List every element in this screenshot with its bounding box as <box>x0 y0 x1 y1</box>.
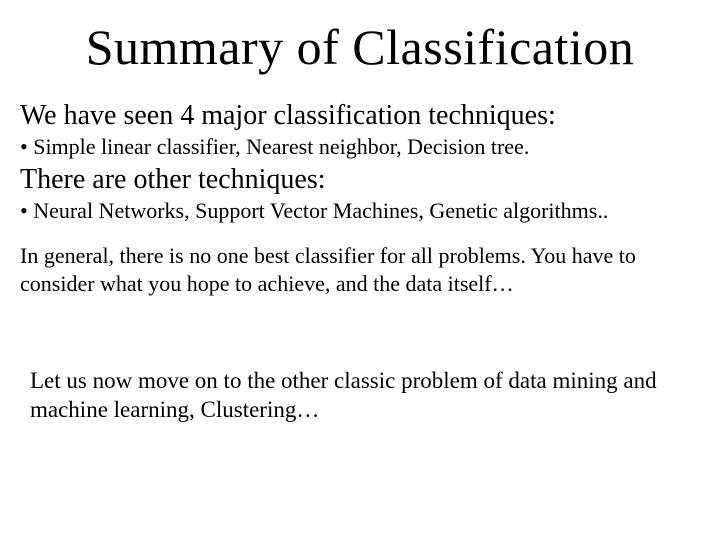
intro-line-1: We have seen 4 major classification tech… <box>20 100 700 132</box>
bullet-other-techniques: • Neural Networks, Support Vector Machin… <box>20 198 700 224</box>
bullet-techniques-seen: • Simple linear classifier, Nearest neig… <box>20 134 700 160</box>
general-note: In general, there is no one best classif… <box>20 242 700 297</box>
intro-line-2: There are other techniques: <box>20 164 700 196</box>
slide-title: Summary of Classification <box>20 18 700 76</box>
closing-note: Let us now move on to the other classic … <box>30 367 690 425</box>
slide: Summary of Classification We have seen 4… <box>0 0 720 540</box>
